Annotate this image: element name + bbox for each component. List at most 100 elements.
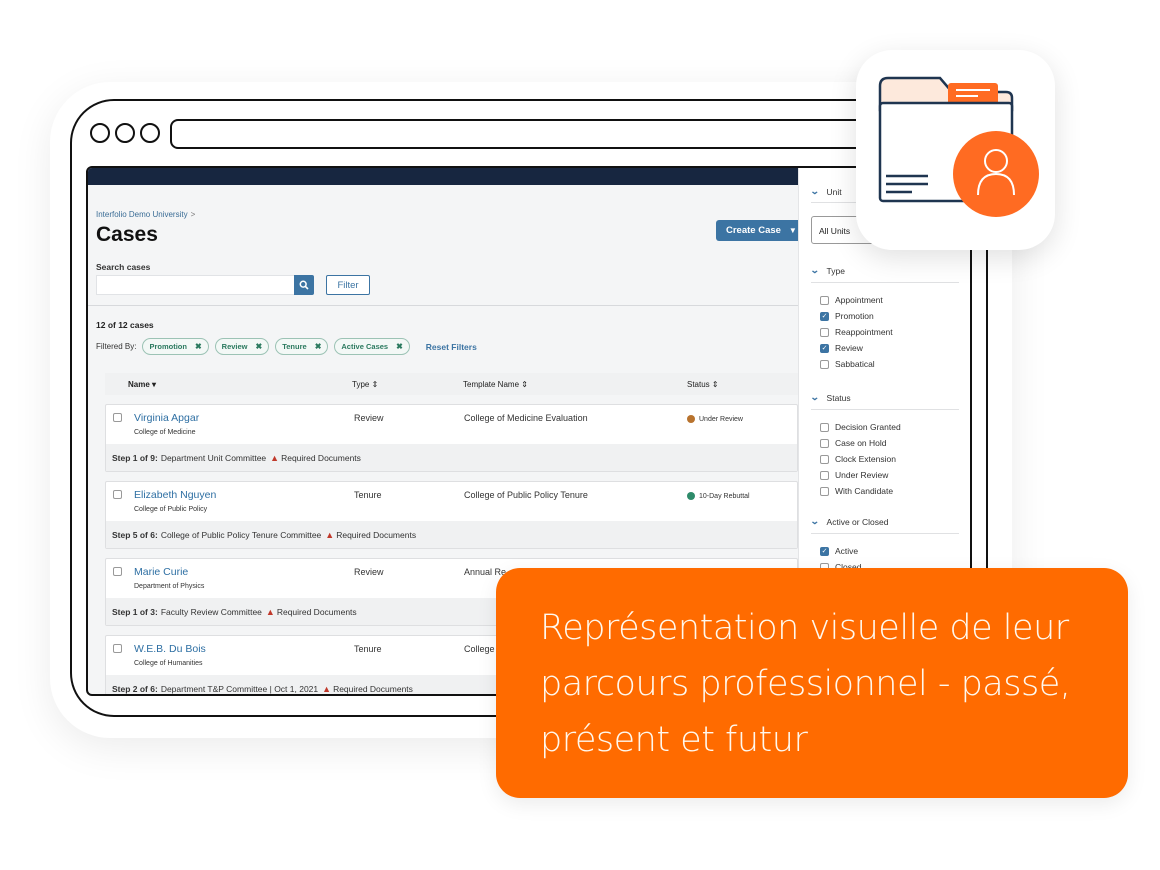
- filter-section-status[interactable]: ⌄ Status: [809, 392, 851, 403]
- breadcrumb-separator: >: [190, 210, 196, 219]
- divider: [811, 282, 959, 283]
- close-icon[interactable]: ✖: [195, 342, 202, 351]
- row-checkbox[interactable]: [113, 644, 122, 653]
- status-dot-icon: [687, 492, 695, 500]
- header-label: Name: [128, 380, 150, 389]
- row-checkbox[interactable]: [113, 413, 122, 422]
- option-label: Case on Hold: [835, 438, 887, 448]
- case-name-link[interactable]: Virginia Apgar: [134, 412, 199, 424]
- header-label: Status: [687, 380, 710, 389]
- filter-option[interactable]: ✓ Promotion: [820, 311, 874, 321]
- close-icon[interactable]: ✖: [396, 342, 403, 351]
- search-button[interactable]: [294, 275, 314, 295]
- checkbox[interactable]: [820, 470, 829, 480]
- chip-label: Promotion: [149, 342, 187, 351]
- column-header-template[interactable]: Template Name ⇕: [463, 380, 528, 389]
- row-checkbox[interactable]: [113, 490, 122, 499]
- step-text: Faculty Review Committee: [160, 606, 262, 617]
- checkbox[interactable]: [820, 486, 829, 496]
- filter-option[interactable]: Appointment: [820, 295, 883, 305]
- column-header-type[interactable]: Type ⇕: [352, 380, 378, 389]
- table-row: Elizabeth Nguyen College of Public Polic…: [105, 481, 798, 549]
- feature-callout: Représentation visuelle de leur parcours…: [496, 568, 1128, 798]
- checkbox[interactable]: [820, 359, 829, 369]
- step-label: Step 5 of 6:: [112, 529, 158, 540]
- checkbox-checked[interactable]: ✓: [820, 311, 829, 321]
- case-name-link[interactable]: Marie Curie: [134, 566, 188, 578]
- filter-chip[interactable]: Review ✖: [214, 338, 270, 355]
- filtered-by-label: Filtered By:: [96, 342, 137, 351]
- filter-option[interactable]: With Candidate: [820, 486, 893, 496]
- option-label: Clock Extension: [835, 454, 896, 464]
- window-dot-icon: [90, 123, 110, 143]
- column-header-name[interactable]: Name ▾: [128, 380, 156, 389]
- filter-section-type[interactable]: ⌄ Type: [810, 265, 845, 276]
- create-case-button[interactable]: Create Case ▼: [716, 220, 808, 241]
- step-alert: Required Documents: [281, 452, 361, 463]
- filter-chip[interactable]: Promotion ✖: [142, 338, 209, 355]
- page-title: Cases: [96, 223, 158, 246]
- case-unit: College of Humanities: [134, 660, 203, 667]
- checkbox[interactable]: [820, 454, 829, 464]
- checkbox[interactable]: [820, 438, 829, 448]
- header-label: Template Name: [463, 380, 520, 389]
- chevron-down-icon: ⌄: [809, 186, 820, 196]
- step-label: Step 1 of 9:: [112, 452, 158, 463]
- close-icon[interactable]: ✖: [315, 342, 322, 351]
- chip-label: Active Cases: [341, 342, 389, 351]
- checkbox[interactable]: [820, 422, 829, 432]
- option-label: Appointment: [835, 295, 883, 305]
- checkbox-checked[interactable]: ✓: [820, 343, 829, 353]
- row-checkbox[interactable]: [113, 567, 122, 576]
- chevron-down-icon: ⌄: [809, 392, 820, 402]
- breadcrumb-root-link[interactable]: Interfolio Demo University: [96, 210, 188, 219]
- close-icon[interactable]: ✖: [256, 342, 263, 351]
- filter-option[interactable]: Case on Hold: [820, 438, 887, 448]
- step-alert: Required Documents: [336, 529, 417, 540]
- column-header-status[interactable]: Status ⇕: [687, 380, 719, 389]
- filter-option[interactable]: ✓ Review: [820, 343, 863, 353]
- case-template: College of Public Policy Tenure: [464, 490, 588, 500]
- sort-icon: ⇕: [371, 380, 379, 389]
- case-name-link[interactable]: W.E.B. Du Bois: [134, 643, 206, 655]
- applied-filters: Filtered By: Promotion ✖ Review ✖ Tenure ✖ …: [96, 338, 477, 355]
- checkbox[interactable]: [820, 295, 829, 305]
- step-alert: Required Documents: [276, 606, 357, 617]
- case-name-link[interactable]: Elizabeth Nguyen: [134, 489, 216, 501]
- option-label: Active: [835, 546, 859, 556]
- filter-section-active-closed[interactable]: ⌄ Active or Closed: [809, 516, 889, 527]
- option-label: Review: [835, 343, 863, 353]
- filter-section-unit[interactable]: ⌄ Unit: [809, 186, 842, 197]
- address-bar[interactable]: [170, 119, 870, 149]
- option-label: Promotion: [835, 311, 874, 321]
- step-text: Department Unit Committee: [160, 452, 267, 463]
- filter-option[interactable]: Decision Granted: [820, 422, 901, 432]
- chevron-down-icon: ⌄: [809, 516, 820, 526]
- chip-label: Tenure: [282, 342, 307, 351]
- status-badge: 10-Day Rebuttal: [687, 492, 750, 500]
- filter-option[interactable]: Clock Extension: [820, 454, 896, 464]
- table-row: Virginia Apgar College of Medicine Revie…: [105, 404, 798, 472]
- checkbox[interactable]: [820, 327, 829, 337]
- window-dot-icon: [140, 123, 160, 143]
- filter-option[interactable]: Under Review: [820, 470, 888, 480]
- checkbox-checked[interactable]: ✓: [820, 546, 829, 556]
- header-label: Type: [352, 380, 370, 389]
- search-icon: [299, 280, 309, 290]
- warning-icon: ▲: [270, 452, 280, 463]
- filter-option[interactable]: ✓ Active: [820, 546, 858, 556]
- section-label: Type: [826, 265, 845, 276]
- reset-filters-link[interactable]: Reset Filters: [426, 342, 477, 352]
- filter-chip[interactable]: Tenure ✖: [275, 338, 329, 355]
- search-input[interactable]: [96, 275, 294, 295]
- step-text: Department T&P Committee | Oct 1, 2021: [160, 683, 319, 694]
- window-dot-icon: [115, 123, 135, 143]
- filter-button[interactable]: Filter: [326, 275, 370, 295]
- section-label: Unit: [826, 186, 842, 197]
- option-label: Under Review: [835, 470, 889, 480]
- step-text: College of Public Policy Tenure Committe…: [160, 529, 322, 540]
- status-label: Under Review: [699, 415, 743, 423]
- filter-option[interactable]: Sabbatical: [820, 359, 875, 369]
- filter-option[interactable]: Reappointment: [820, 327, 893, 337]
- filter-chip[interactable]: Active Cases ✖: [334, 338, 410, 355]
